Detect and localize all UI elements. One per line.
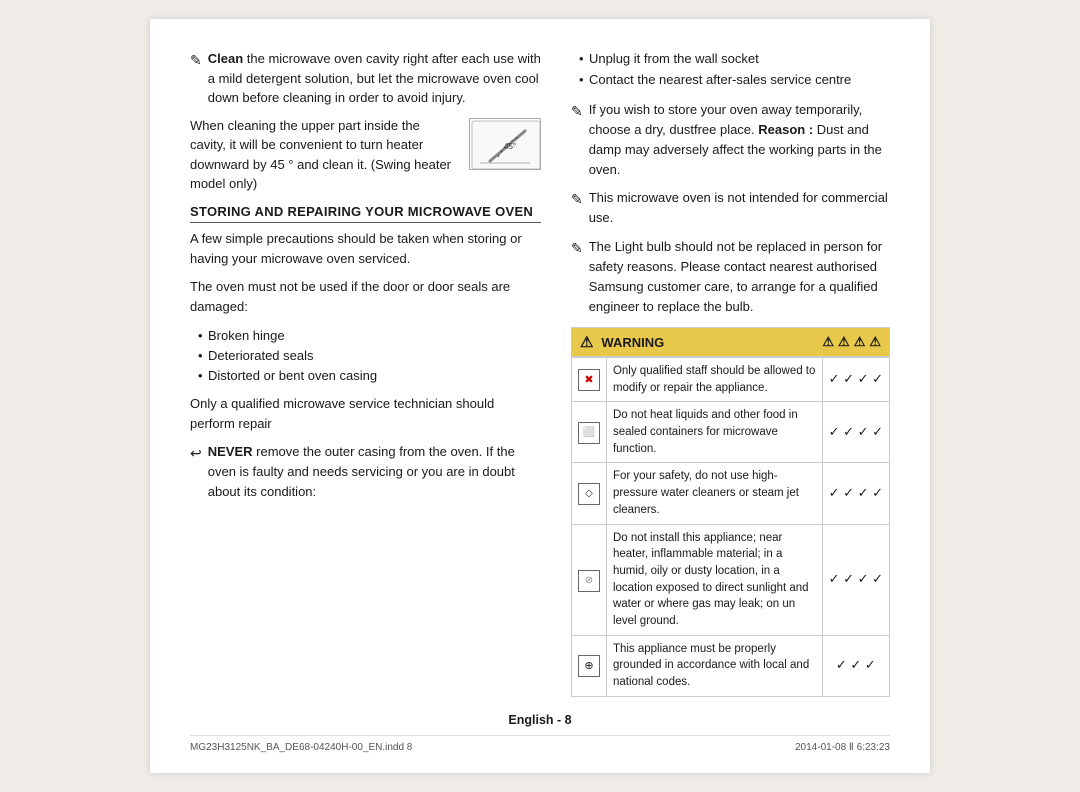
water-cleaner-icon: ◇ — [578, 483, 600, 505]
note-block-2: ✎ This microwave oven is not intended fo… — [571, 188, 890, 228]
row-text: Do not heat liquids and other food in se… — [606, 402, 822, 463]
table-row: ⊘ Do not install this appliance; near he… — [571, 524, 889, 635]
check-cell: ✓ ✓ ✓ ✓ — [822, 524, 889, 635]
section-heading: STORING AND REPAIRING YOUR MICROWAVE OVE… — [190, 204, 541, 223]
return-icon: ↩ — [190, 443, 202, 502]
row-icon-cell: ✖ — [571, 358, 606, 402]
warning-label: WARNING — [601, 335, 664, 350]
svg-text:45°: 45° — [504, 142, 516, 151]
clean-bold: Clean — [208, 51, 243, 66]
doc-footer-right: 2014-01-08 Ⅱ 6:23:23 — [795, 742, 890, 753]
never-block: ↩ NEVER remove the outer casing from the… — [190, 442, 541, 502]
para1: A few simple precautions should be taken… — [190, 229, 541, 269]
table-row: ⬜ Do not heat liquids and other food in … — [571, 402, 889, 463]
content-area: ✎ Clean the microwave oven cavity right … — [190, 49, 890, 696]
row-text: For your safety, do not use high-pressur… — [606, 463, 822, 524]
never-bold: NEVER — [208, 444, 253, 459]
ground-icon: ⊕ — [578, 655, 600, 677]
page-number: English - 8 — [508, 713, 571, 727]
clean-block: ✎ Clean the microwave oven cavity right … — [190, 49, 541, 108]
reason-bold: Reason : — [758, 122, 813, 137]
warn-icon-3: ⚠ — [854, 334, 866, 350]
right-bullet-list: Unplug it from the wall socket Contact t… — [571, 49, 890, 89]
warn-icon-1: ⚠ — [822, 334, 834, 350]
warning-icons: ⚠ ⚠ ⚠ ⚠ — [822, 334, 881, 350]
para3: Only a qualified microwave service techn… — [190, 394, 541, 434]
never-text: NEVER remove the outer casing from the o… — [208, 442, 541, 502]
doc-footer-left: MG23H3125NK_BA_DE68-04240H-00_EN.indd 8 — [190, 742, 412, 753]
note-text-2: This microwave oven is not intended for … — [589, 188, 890, 228]
check-cell: ✓ ✓ ✓ ✓ — [822, 463, 889, 524]
note-text-3: The Light bulb should not be replaced in… — [589, 237, 890, 318]
check-cell: ✓ ✓ ✓ — [822, 635, 889, 696]
row-icon-cell: ⊘ — [571, 524, 606, 635]
row-icon-cell: ◇ — [571, 463, 606, 524]
table-row: ✖ Only qualified staff should be allowed… — [571, 358, 889, 402]
warning-header: ⚠ WARNING ⚠ ⚠ ⚠ ⚠ — [571, 327, 890, 357]
note-block-3: ✎ The Light bulb should not be replaced … — [571, 237, 890, 318]
page-footer: English - 8 — [190, 713, 890, 727]
cross-icon: ✖ — [578, 369, 600, 391]
doc-footer: MG23H3125NK_BA_DE68-04240H-00_EN.indd 8 … — [190, 735, 890, 753]
never-continuation: remove the outer casing from the oven. I… — [208, 444, 515, 499]
list-item: Contact the nearest after-sales service … — [579, 70, 890, 90]
row-icon-cell: ⊕ — [571, 635, 606, 696]
swing-heater-block: When cleaning the upper part inside the … — [190, 116, 541, 194]
warn-icon-4: ⚠ — [869, 334, 881, 350]
list-item: Deteriorated seals — [198, 346, 541, 366]
check-cell: ✓ ✓ ✓ ✓ — [822, 402, 889, 463]
row-text: Only qualified staff should be allowed t… — [606, 358, 822, 402]
table-row: ◇ For your safety, do not use high-press… — [571, 463, 889, 524]
list-item: Broken hinge — [198, 326, 541, 346]
right-column: Unplug it from the wall socket Contact t… — [571, 49, 890, 696]
diagram-box: 45° — [469, 118, 541, 170]
warning-table: ✖ Only qualified staff should be allowed… — [571, 357, 890, 696]
note-block-1: ✎ If you wish to store your oven away te… — [571, 100, 890, 181]
left-column: ✎ Clean the microwave oven cavity right … — [190, 49, 541, 696]
row-icon-cell: ⬜ — [571, 402, 606, 463]
pencil-icon: ✎ — [190, 50, 202, 108]
swing-heater-text: When cleaning the upper part inside the … — [190, 116, 457, 194]
check-cell: ✓ ✓ ✓ ✓ — [822, 358, 889, 402]
para2: The oven must not be used if the door or… — [190, 277, 541, 317]
page: ✎ Clean the microwave oven cavity right … — [150, 19, 930, 772]
row-text: This appliance must be properly grounded… — [606, 635, 822, 696]
list-item: Unplug it from the wall socket — [579, 49, 890, 69]
note-text-1: If you wish to store your oven away temp… — [589, 100, 890, 181]
row-text: Do not install this appliance; near heat… — [606, 524, 822, 635]
pencil-icon: ✎ — [571, 189, 583, 228]
clean-text: Clean the microwave oven cavity right af… — [208, 49, 541, 108]
pencil-icon: ✎ — [571, 238, 583, 318]
list-item: Distorted or bent oven casing — [198, 366, 541, 386]
warning-table-wrapper: ⚠ WARNING ⚠ ⚠ ⚠ ⚠ ✖ — [571, 327, 890, 696]
sealed-container-icon: ⬜ — [578, 422, 600, 444]
table-row: ⊕ This appliance must be properly ground… — [571, 635, 889, 696]
bullet-list: Broken hinge Deteriorated seals Distorte… — [190, 326, 541, 386]
clean-paragraph: the microwave oven cavity right after ea… — [208, 51, 541, 105]
warn-icon-2: ⚠ — [838, 334, 850, 350]
no-install-icon: ⊘ — [578, 570, 600, 592]
warning-triangle-icon: ⚠ — [580, 333, 593, 351]
pencil-icon: ✎ — [571, 101, 583, 181]
